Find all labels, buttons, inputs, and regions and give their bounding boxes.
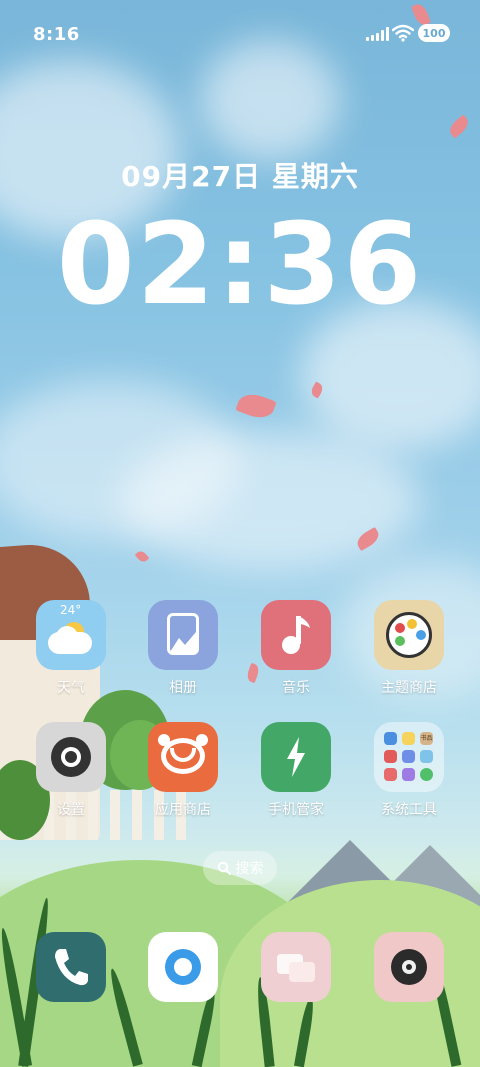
app-settings[interactable]: 设置 [21,722,121,819]
palette-icon [374,600,444,670]
app-music[interactable]: 音乐 [246,600,346,697]
signal-icon [366,27,389,41]
music-icon [261,600,331,670]
app-themes[interactable]: 主题商店 [359,600,459,697]
app-security[interactable]: 手机管家 [246,722,346,819]
dock-browser[interactable] [148,932,218,1002]
clock-widget[interactable]: 02:36 [0,200,480,330]
app-weather[interactable]: 24° 天气 [21,600,121,697]
app-label: 天气 [57,680,85,696]
phone-icon [36,932,106,1002]
app-label: 应用商店 [155,802,211,818]
app-appstore[interactable]: 应用商店 [133,722,233,819]
folder-mini-label: 书品 [420,732,433,745]
weather-icon: 24° [36,600,106,670]
app-label: 手机管家 [268,802,324,818]
dock-phone[interactable] [36,932,106,1002]
messages-icon [261,932,331,1002]
status-bar: 8:16 100 [0,0,480,68]
camera-icon [374,932,444,1002]
lightning-icon [261,722,331,792]
app-label: 系统工具 [381,802,437,818]
dock-messages[interactable] [261,932,331,1002]
browser-icon [148,932,218,1002]
search-label: 搜索 [235,861,264,877]
search-icon [217,861,231,875]
folder-icon: 书品 [374,722,444,792]
app-label: 音乐 [282,680,310,696]
app-gallery[interactable]: 相册 [133,600,233,697]
wifi-icon [392,24,414,42]
folder-tools[interactable]: 书品 系统工具 [359,722,459,819]
date-text: 09月27日 星期六 [121,160,359,193]
appstore-icon [148,722,218,792]
search-button[interactable]: 搜索 [203,851,277,885]
app-label: 主题商店 [381,680,437,696]
app-label: 相册 [169,680,197,696]
weather-temperature: 24° [60,603,82,617]
settings-gear-icon [36,722,106,792]
status-time: 8:16 [33,24,80,45]
dock-camera[interactable] [374,932,444,1002]
app-label: 设置 [57,802,85,818]
battery-indicator: 100 [418,24,450,42]
gallery-icon [148,600,218,670]
